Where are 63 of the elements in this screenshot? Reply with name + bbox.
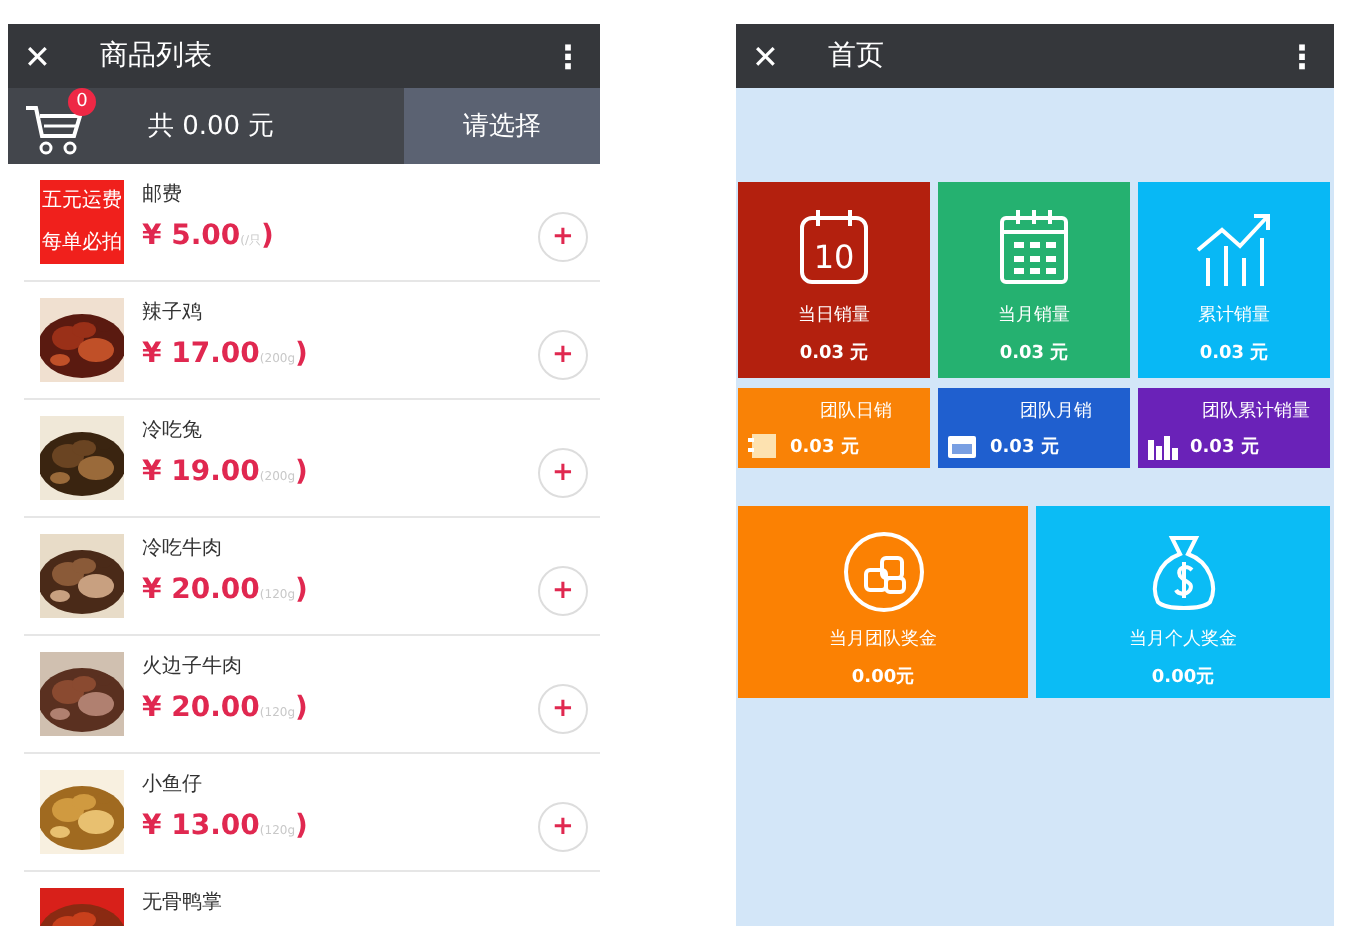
tile-label: 当月个人奖金 [1129, 627, 1237, 652]
tile-label: 当月团队奖金 [829, 627, 937, 652]
add-button[interactable]: + [538, 566, 588, 616]
closing-bracket: ) [295, 338, 308, 370]
close-button[interactable]: ✕ [24, 37, 60, 75]
tile-value: 0.03 元 [999, 341, 1069, 366]
tile-value: 0.00元 [851, 665, 915, 690]
product-name: 小鱼仔 [142, 771, 204, 798]
closing-bracket: ) [295, 574, 308, 606]
tile-label: 团队日销 [818, 399, 894, 423]
menu-button[interactable]: ⋮ [1286, 37, 1318, 75]
closing-bracket: ) [261, 220, 274, 252]
window-title: 商品列表 [100, 38, 214, 74]
stat-tile[interactable]: 10 当日销量 0.03 元 [738, 182, 930, 378]
tile-label: 团队月销 [1018, 399, 1094, 423]
add-button[interactable]: + [538, 330, 588, 380]
tile-value: 0.03 元 [1199, 341, 1269, 366]
stat-tile[interactable]: 团队月销 0.03 元 [938, 388, 1130, 468]
cart-total: 共 0.00 元 [148, 110, 277, 144]
product-price: ¥ 5.00 [142, 220, 241, 252]
closing-bracket: ) [295, 810, 308, 842]
add-button[interactable]: + [538, 684, 588, 734]
product-price: ¥ 20.00 [142, 574, 260, 606]
product-price: ¥ 20.00 [142, 692, 260, 724]
stat-tile[interactable]: 当月销量 0.03 元 [938, 182, 1130, 378]
stat-tile[interactable]: 团队日销 0.03 元 [738, 388, 930, 468]
closing-bracket: ) [295, 692, 308, 724]
promo-text: 五元运费 [42, 191, 122, 211]
receipt-icon [746, 432, 778, 460]
tile-label: 当月销量 [998, 303, 1070, 328]
product-name: 无骨鸭掌 [142, 889, 224, 916]
close-button[interactable]: ✕ [752, 37, 788, 75]
promo-text: 每单必拍 [42, 233, 122, 253]
add-button[interactable]: + [538, 802, 588, 852]
add-button[interactable]: + [538, 448, 588, 498]
stat-tile[interactable]: 当月团队奖金 0.00元 [738, 506, 1028, 698]
product-name: 火边子牛肉 [142, 653, 244, 680]
tile-value: 0.03 元 [799, 341, 869, 366]
closing-bracket: ) [295, 456, 308, 488]
tile-value: 0.03 元 [990, 435, 1061, 459]
tile-value: 0.00元 [1151, 665, 1215, 690]
window-title: 首页 [828, 38, 886, 74]
menu-button[interactable]: ⋮ [552, 37, 584, 75]
add-button[interactable]: + [538, 212, 588, 262]
tile-label: 团队累计销量 [1200, 399, 1312, 423]
tile-label: 累计销量 [1198, 303, 1270, 328]
tile-label: 当日销量 [798, 303, 870, 328]
choose-button[interactable]: 请选择 [404, 88, 600, 164]
product-price: ¥ 19.00 [142, 456, 260, 488]
product-price: ¥ 17.00 [142, 338, 260, 370]
product-name: 冷吃兔 [142, 418, 204, 444]
calendar-icon [946, 432, 978, 460]
product-name: 冷吃牛肉 [142, 535, 224, 562]
stat-tile[interactable]: 团队累计销量 0.03 元 [1138, 388, 1330, 468]
product-name: 辣子鸡 [142, 299, 204, 326]
cart-icon[interactable] [24, 104, 84, 156]
bar-chart-icon [1146, 432, 1178, 460]
tile-value: 0.03 元 [1190, 435, 1261, 459]
cart-count-badge: 0 [68, 88, 96, 116]
product-price: ¥ 13.00 [142, 810, 260, 842]
coins-icon [841, 530, 925, 614]
product-name: 邮费 [142, 181, 184, 208]
tile-value: 0.03 元 [790, 435, 861, 459]
